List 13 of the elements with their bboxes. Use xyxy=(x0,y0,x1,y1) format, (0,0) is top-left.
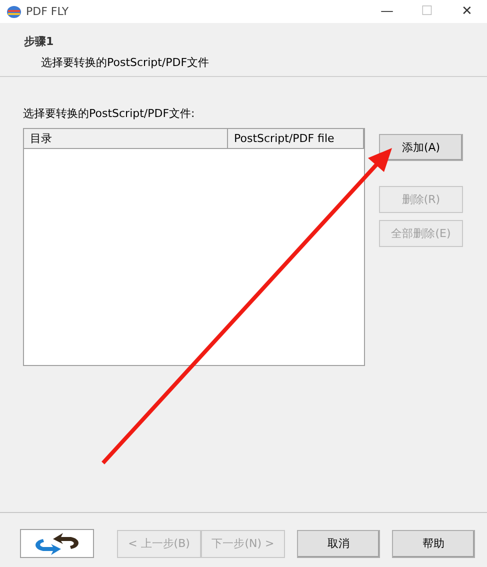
step-title: 步骤1 xyxy=(24,34,55,49)
minimize-button[interactable]: — xyxy=(367,4,407,19)
window-title: PDF FLY xyxy=(26,5,70,18)
column-header[interactable]: 目录 xyxy=(24,129,228,148)
close-button[interactable]: ✕ xyxy=(447,4,487,19)
column-header[interactable]: PostScript/PDF file xyxy=(228,129,364,148)
file-list[interactable]: 目录 PostScript/PDF file xyxy=(23,128,365,366)
prompt-label: 选择要转换的PostScript/PDF文件: xyxy=(23,106,196,122)
wizard-button[interactable]: 取消 xyxy=(297,530,380,558)
wizard-button[interactable]: 帮助 xyxy=(392,530,475,558)
step-subtitle: 选择要转换的PostScript/PDF文件 xyxy=(41,55,210,70)
wizard-button[interactable]: 添加(A) xyxy=(379,134,463,161)
app-icon xyxy=(6,4,22,18)
